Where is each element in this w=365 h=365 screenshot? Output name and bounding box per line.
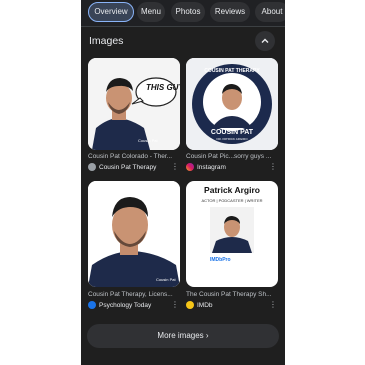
imdb-name: Patrick Argiro [204,185,260,195]
image-result-3-source[interactable]: Psychology Today [88,301,151,309]
svg-text:COUSIN PAT THERAPY: COUSIN PAT THERAPY [204,68,260,74]
image-result-4[interactable]: Patrick Argiro ACTOR | PODCASTER | WRITE… [186,181,278,287]
imdb-photo [210,207,254,253]
chevron-right-icon: › [205,331,209,340]
tab-bar: Overview Menu Photos Reviews About [81,0,285,27]
image-result-1-caption[interactable]: Cousin Pat Colorado - Ther... [88,153,180,160]
instagram-icon [186,163,194,171]
tab-menu[interactable]: Menu [137,2,165,22]
images-section-title: Images [89,35,124,47]
search-results-panel: Overview Menu Photos Reviews About Image… [81,0,285,365]
image-result-1[interactable]: THIS GUY! Cousin Pat [88,58,180,150]
chevron-up-icon [261,38,269,43]
image-result-2[interactable]: COUSIN PAT THERAPY COUSIN PAT DR. PATRIC… [186,58,278,150]
image-result-2-source[interactable]: Instagram [186,163,226,171]
image-result-2-badge: COUSIN PAT THERAPY COUSIN PAT DR. PATRIC… [186,58,278,150]
svg-text:Cousin Pat: Cousin Pat [138,138,158,143]
more-options-icon[interactable]: ⋮ [269,301,277,309]
image-result-3[interactable]: Cousin Pat [88,181,180,287]
svg-text:Cousin Pat: Cousin Pat [156,277,176,282]
psychology-today-icon [88,301,96,309]
imdb-icon [186,301,194,309]
tab-about[interactable]: About [255,2,285,22]
image-result-3-photo: Cousin Pat [88,181,180,287]
tab-overview[interactable]: Overview [88,2,134,22]
more-options-icon[interactable]: ⋮ [269,163,277,171]
image-result-4-source[interactable]: IMDb [186,301,213,309]
image-result-3-caption[interactable]: Cousin Pat Therapy, Licens... [88,291,180,298]
svg-text:DR. PATRICK ARGIRO: DR. PATRICK ARGIRO [216,137,248,141]
more-images-button[interactable]: More images › [87,324,279,348]
site-icon [88,163,96,171]
images-section-header: Images [81,28,285,54]
collapse-button[interactable] [255,31,275,51]
svg-text:COUSIN PAT: COUSIN PAT [211,129,254,136]
imdb-roles: ACTOR | PODCASTER | WRITER [201,198,263,203]
image-result-1-source[interactable]: Cousin Pat Therapy [88,163,156,171]
imdbpro-logo: IMDbPro [210,257,231,263]
image-result-2-caption[interactable]: Cousin Pat Pic...sorry guys ... [186,153,278,160]
speech-bubble-text: THIS GUY! [146,83,180,92]
image-result-4-caption[interactable]: The Cousin Pat Therapy Sh... [186,291,278,298]
image-result-1-photo: THIS GUY! Cousin Pat [88,58,180,150]
more-options-icon[interactable]: ⋮ [171,163,179,171]
tab-reviews[interactable]: Reviews [210,2,250,22]
more-options-icon[interactable]: ⋮ [171,301,179,309]
tab-photos[interactable]: Photos [171,2,205,22]
